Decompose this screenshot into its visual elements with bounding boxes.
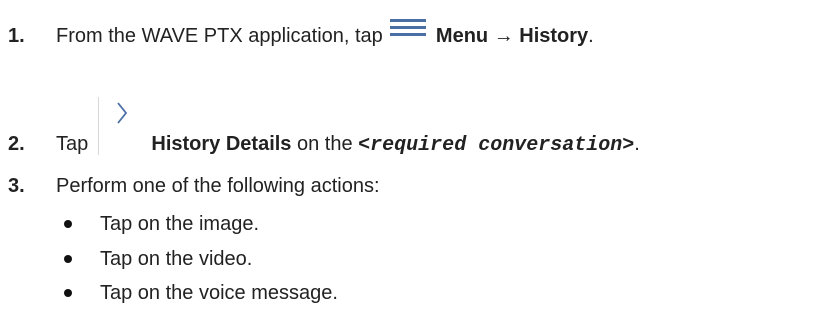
step-text-before: Tap bbox=[56, 133, 89, 155]
chevron-right-icon bbox=[98, 97, 148, 155]
bullet-icon bbox=[64, 220, 72, 228]
list-item-text: Tap on the image. bbox=[100, 213, 259, 235]
step-text-after: . bbox=[588, 25, 594, 47]
step-text: Tap History Details on the <required con… bbox=[56, 97, 816, 157]
placeholder-code: <required conversation> bbox=[358, 134, 635, 157]
list-item-text: Tap on the voice message. bbox=[100, 282, 338, 304]
arrow-glyph: → bbox=[493, 25, 514, 47]
step-text: Perform one of the following actions: bbox=[56, 175, 380, 197]
bullet-icon bbox=[64, 289, 72, 297]
step-text-before: From the WAVE PTX application, tap bbox=[56, 25, 383, 47]
menu-label: Menu bbox=[435, 25, 489, 47]
history-label: History bbox=[519, 25, 589, 47]
history-details-label: History Details bbox=[151, 133, 292, 155]
step-number: 1. bbox=[8, 25, 25, 47]
list-item-text: Tap on the video. bbox=[100, 248, 253, 270]
step-text-after: . bbox=[634, 133, 640, 155]
bullet-icon bbox=[64, 255, 72, 263]
step-number: 2. bbox=[8, 133, 25, 155]
step-text-middle: on the bbox=[297, 133, 353, 155]
step-number: 3. bbox=[8, 175, 25, 197]
menu-icon bbox=[390, 18, 427, 43]
step-text: From the WAVE PTX application, tap Menu … bbox=[56, 18, 594, 49]
